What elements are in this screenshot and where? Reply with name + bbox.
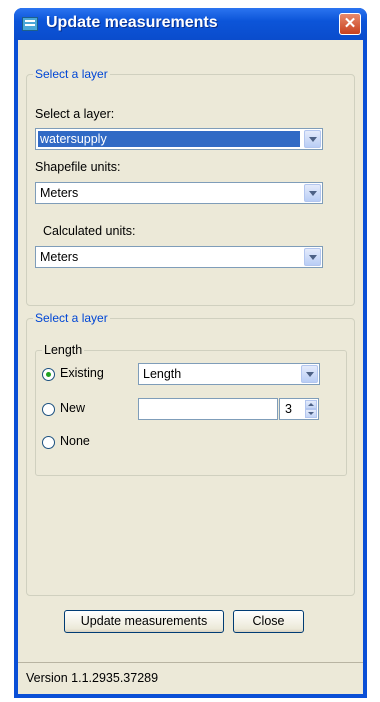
- layer-select[interactable]: watersupply: [35, 128, 323, 150]
- close-window-button[interactable]: ✕: [339, 13, 361, 35]
- new-label[interactable]: New: [60, 401, 85, 415]
- calculated-units-value: Meters: [40, 250, 79, 264]
- group-legend: Select a layer: [33, 311, 110, 325]
- decimals-value: 3: [285, 402, 292, 416]
- shapefile-units-select[interactable]: Meters: [35, 182, 323, 204]
- none-radio[interactable]: [42, 436, 55, 449]
- calculated-units-select[interactable]: Meters: [35, 246, 323, 268]
- existing-radio[interactable]: [42, 368, 55, 381]
- version-text: Version 1.1.2935.37289: [26, 671, 159, 685]
- new-field-input[interactable]: [138, 398, 278, 420]
- existing-label[interactable]: Existing: [60, 366, 104, 380]
- app-icon: [22, 17, 38, 31]
- group-legend: Select a layer: [33, 67, 110, 81]
- length-box: Length Existing Length New 3 None: [35, 343, 347, 476]
- status-bar: Version 1.1.2935.37289: [18, 662, 363, 694]
- chevron-down-icon[interactable]: [304, 248, 321, 266]
- chevron-down-icon[interactable]: [301, 365, 318, 383]
- none-label[interactable]: None: [60, 434, 90, 448]
- title-bar[interactable]: Update measurements ✕: [14, 8, 367, 40]
- length-options-group: Select a layer Length Existing Length Ne…: [26, 311, 355, 596]
- existing-field-value: Length: [143, 367, 182, 381]
- chevron-down-icon[interactable]: [305, 409, 317, 418]
- select-layer-group: Select a layer Select a layer: watersupp…: [26, 67, 355, 306]
- layer-select-value: watersupply: [38, 131, 300, 147]
- layer-label: Select a layer:: [35, 107, 115, 121]
- shapefile-units-label: Shapefile units:: [35, 160, 121, 174]
- update-measurements-button[interactable]: Update measurements: [64, 610, 224, 633]
- close-button[interactable]: Close: [233, 610, 304, 633]
- length-legend: Length: [42, 343, 85, 357]
- dialog-client-area: Select a layer Select a layer: watersupp…: [18, 40, 363, 694]
- close-icon: ✕: [343, 15, 357, 32]
- existing-field-select[interactable]: Length: [138, 363, 320, 385]
- shapefile-units-value: Meters: [40, 186, 79, 200]
- new-radio[interactable]: [42, 403, 55, 416]
- chevron-down-icon[interactable]: [304, 184, 321, 202]
- decimals-stepper[interactable]: 3: [279, 398, 319, 420]
- chevron-down-icon[interactable]: [304, 130, 321, 148]
- window-title: Update measurements: [46, 14, 218, 31]
- calculated-units-label: Calculated units:: [43, 224, 136, 238]
- chevron-up-icon[interactable]: [305, 400, 317, 409]
- update-measurements-window: Update measurements ✕ Select a layer Sel…: [14, 8, 367, 698]
